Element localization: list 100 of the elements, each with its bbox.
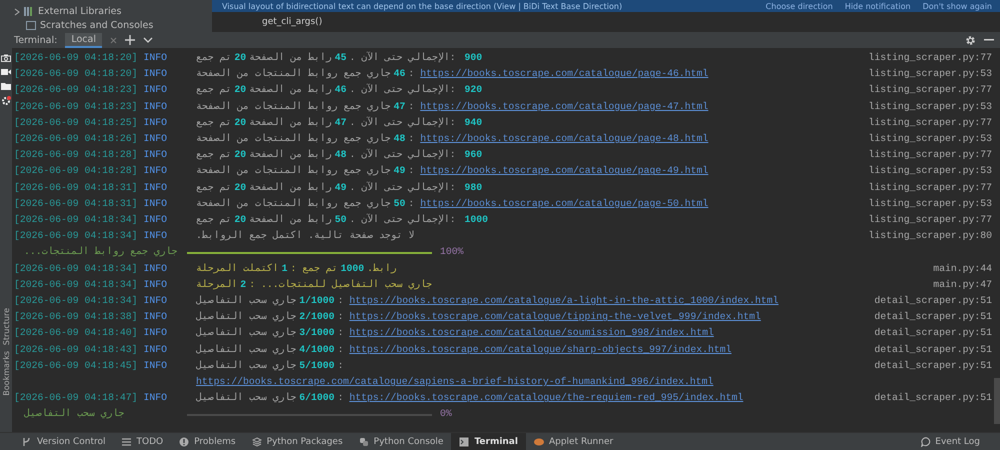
log-timestamp: [2026-06-09 04:18:34] [14,229,138,244]
tool-window-tab[interactable]: Problems [171,433,244,450]
tool-window-tab[interactable]: Terminal [451,433,526,450]
log-message: لا توجد صفحة تالية. اكتمل جمع الروابط. [196,230,414,242]
source-location[interactable]: listing_scraper.py:77 [868,149,992,160]
link[interactable]: https://books.toscrape.com/catalogue/page-46.html [420,68,708,80]
source-location[interactable]: listing_scraper.py:77 [868,214,992,226]
bean-icon [534,437,544,447]
chevron-down-icon [142,36,153,44]
link[interactable]: https://books.toscrape.com/catalogue/soumission_998/index.html [349,327,714,338]
close-icon [110,36,117,44]
gear-icon [1,96,11,106]
notification-text: Visual layout of bidirectional text can depend on the base direction (View | BiDi Text Base Direction) [222,2,624,10]
scrollbar-thumb[interactable] [994,378,1000,424]
log-level: INFO [143,67,167,82]
progress-label: جاري جمع روابط المنتجات... [24,245,178,260]
log-level: INFO [143,342,167,357]
source-location[interactable]: main.py:47 [933,278,992,290]
log-level: INFO [143,51,167,65]
source-location[interactable]: detail_scraper.py:51 [874,344,992,355]
source-location[interactable]: listing_scraper.py:53 [868,100,992,112]
source-location[interactable]: listing_scraper.py:53 [868,133,992,144]
source-location[interactable]: listing_scraper.py:77 [868,116,992,128]
log-level: INFO [143,100,167,114]
event-log-button[interactable]: Event Log [935,437,980,447]
log-timestamp: [2026-06-09 04:18:20] [14,67,138,82]
log-level: INFO [143,294,167,308]
log-timestamp: [2026-06-09 04:18:43] [14,342,138,357]
source-location[interactable]: detail_scraper.py:51 [874,295,992,306]
tool-window-tab[interactable]: TODO [114,433,172,450]
log-level: INFO [143,164,167,178]
source-location[interactable]: detail_scraper.py:51 [874,311,992,322]
chevron-icon [14,8,20,16]
tool-window-label[interactable]: Structure [2,308,10,346]
log-timestamp: [2026-06-09 04:18:31] [14,196,138,211]
link[interactable]: https://books.toscrape.com/catalogue/page-49.html [420,165,708,176]
source-location[interactable]: listing_scraper.py:80 [868,230,992,242]
tree-item[interactable]: External Libraries [38,6,122,17]
log-timestamp: [2026-06-09 04:18:40] [14,326,138,340]
progress-label: جاري سحب التفاصيل [24,407,126,422]
link[interactable]: https://books.toscrape.com/catalogue/page-50.html [420,198,708,209]
log-timestamp: [2026-06-09 04:18:28] [14,148,138,162]
source-location[interactable]: detail_scraper.py:51 [874,327,992,338]
log-level: INFO [143,391,167,406]
log-level: INFO [143,358,167,373]
log-level: INFO [143,326,167,340]
info-icon [179,437,190,447]
log-timestamp: [2026-06-09 04:18:45] [14,358,138,373]
speech-bubble-icon [921,437,932,447]
scratch-icon [26,21,36,30]
log-timestamp: [2026-06-09 04:18:34] [14,262,138,276]
link[interactable]: https://books.toscrape.com/catalogue/sharp-objects_997/index.html [349,344,732,355]
video-icon [1,68,11,76]
link[interactable]: https://books.toscrape.com/catalogue/the-requiem-red_995/index.html [349,392,744,404]
source-location[interactable]: main.py:44 [933,262,992,274]
terminal-icon [459,437,470,447]
notification-link[interactable]: Choose direction [766,2,833,10]
link[interactable]: https://books.toscrape.com/catalogue/tipping-the-velvet_999/index.html [349,311,761,322]
log-timestamp: [2026-06-09 04:18:20] [14,51,138,65]
tool-window-tab[interactable]: Applet Runner [526,433,622,450]
plus-icon [124,35,135,45]
tool-window-tab[interactable]: Python Console [350,433,452,450]
source-location[interactable]: listing_scraper.py:53 [868,68,992,80]
link[interactable]: https://books.toscrape.com/catalogue/a-light-in-the-attic_1000/index.html [349,295,779,306]
log-level: INFO [143,213,167,228]
log-timestamp: [2026-06-09 04:18:26] [14,132,138,146]
tool-window-tab[interactable]: Python Packages [244,433,351,450]
tool-window-tab[interactable]: Version Control [14,433,114,450]
log-level: INFO [143,83,167,98]
session-tab[interactable]: Local [65,32,102,48]
log-timestamp: [2026-06-09 04:18:25] [14,116,138,130]
source-location[interactable]: listing_scraper.py:77 [868,52,992,63]
source-location[interactable]: listing_scraper.py:77 [868,84,992,96]
log-timestamp: [2026-06-09 04:18:28] [14,164,138,178]
log-level: INFO [143,116,167,130]
log-level: INFO [143,310,167,324]
source-location[interactable]: detail_scraper.py:51 [874,360,992,371]
log-timestamp: [2026-06-09 04:18:47] [14,391,138,406]
terminal-title: Terminal: [14,34,58,46]
log-timestamp: [2026-06-09 04:18:23] [14,100,138,114]
progress-percent: 100% [440,245,464,260]
log-timestamp: [2026-06-09 04:18:34] [14,294,138,308]
source-location[interactable]: listing_scraper.py:53 [868,198,992,209]
source-location[interactable]: listing_scraper.py:77 [868,182,992,193]
source-location[interactable]: listing_scraper.py:53 [868,165,992,176]
notification-link[interactable]: Don't show again [922,2,992,10]
log-level: INFO [143,278,167,292]
link[interactable]: https://books.toscrape.com/catalogue/sapiens-a-brief-history-of-humankind_996/index.html [196,376,714,388]
link[interactable]: https://books.toscrape.com/catalogue/page-47.html [420,100,708,112]
log-level: INFO [143,132,167,146]
progress-percent: 0% [440,407,452,422]
tool-window-label[interactable]: Bookmarks [2,351,10,396]
link[interactable]: https://books.toscrape.com/catalogue/page-48.html [420,133,708,144]
notification-link[interactable]: Hide notification [844,2,911,10]
log-level: INFO [143,229,167,244]
python-icon [358,437,369,447]
camera-icon [1,54,11,62]
tree-item[interactable]: Scratches and Consoles [40,20,154,31]
log-timestamp: [2026-06-09 04:18:23] [14,83,138,98]
source-location[interactable]: detail_scraper.py:51 [874,392,992,404]
